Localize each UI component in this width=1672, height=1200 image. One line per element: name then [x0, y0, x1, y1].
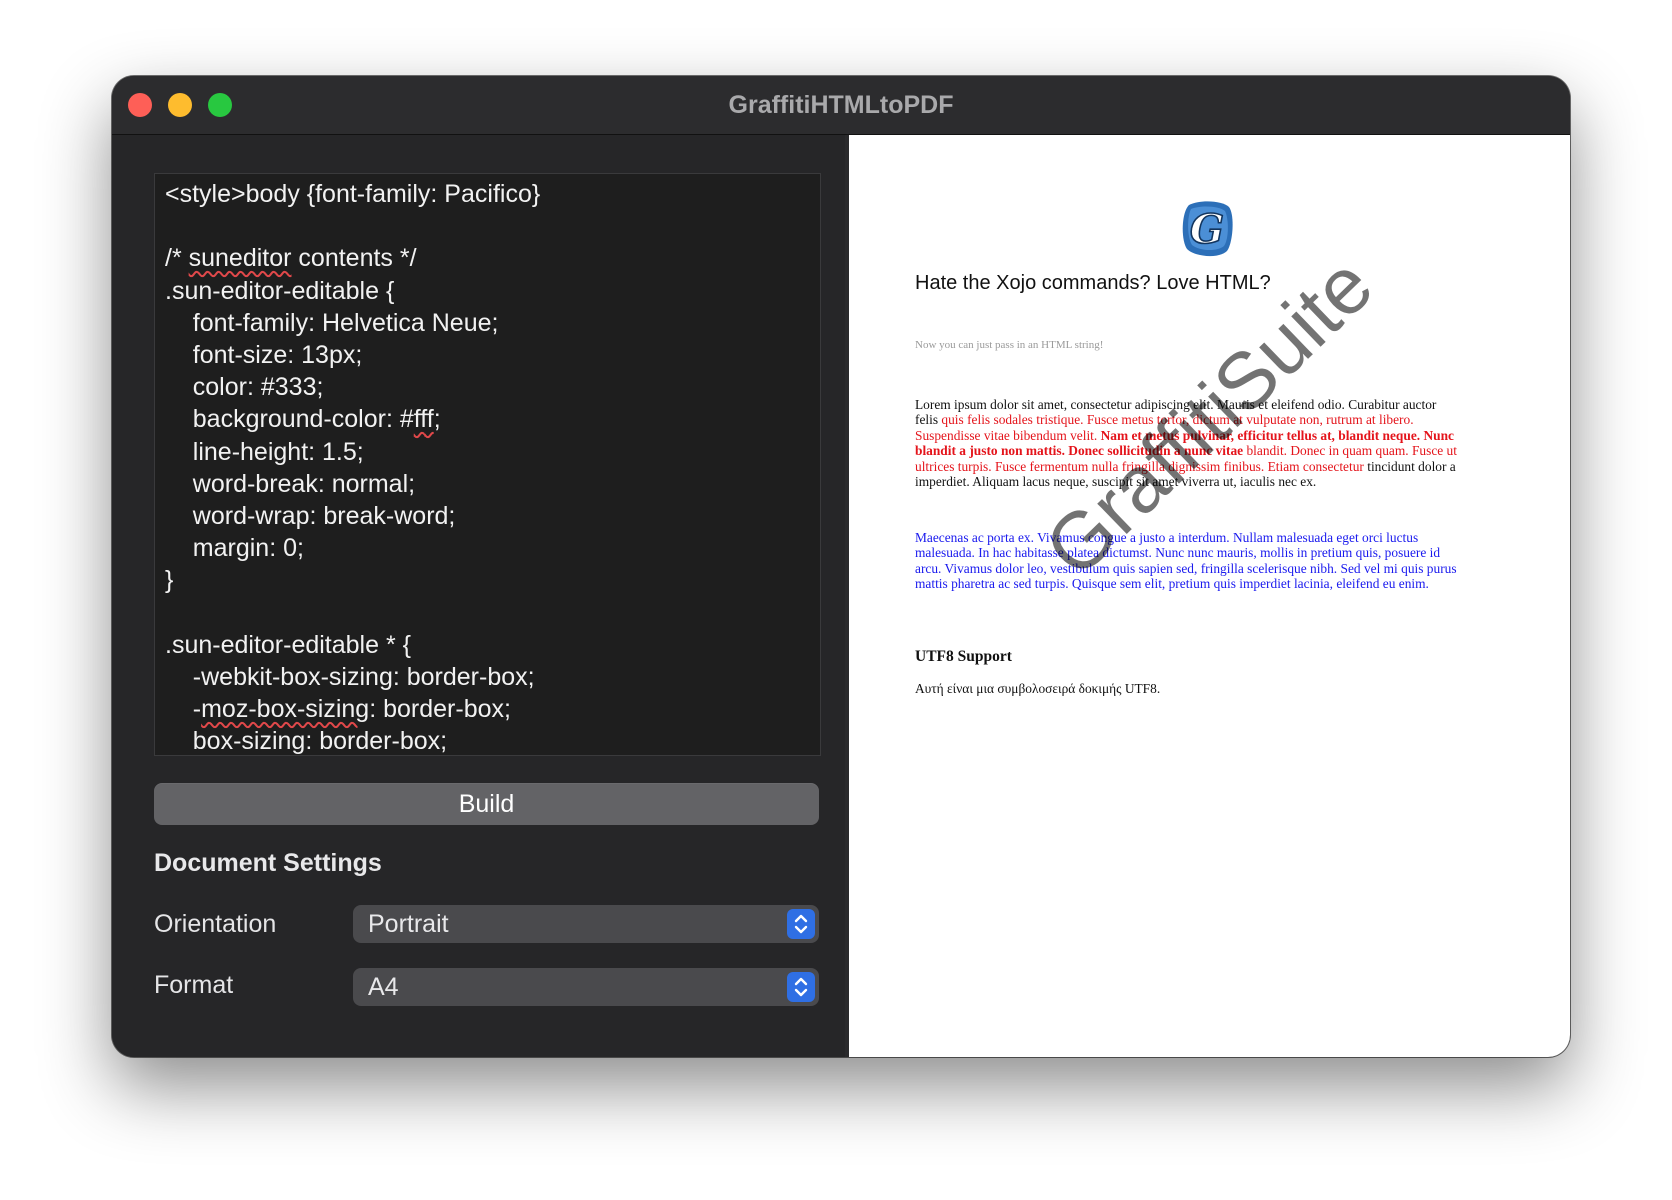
orientation-value: Portrait — [368, 910, 449, 938]
code-line: word-break: normal; — [165, 469, 416, 498]
code-line: /* suneditor contents */ — [165, 244, 417, 273]
build-button[interactable]: Build — [154, 783, 819, 825]
utf8-text: Αυτή είναι μια συμβολοσειρά δοκιμής UTF8… — [915, 681, 1161, 696]
left-pane: <style>body {font-family: Pacifico} /* s… — [112, 135, 845, 1057]
misspelled-word: fff — [413, 405, 434, 434]
code-line: -moz-box-sizing: border-box; — [165, 695, 511, 724]
preview-paragraph-2: Maecenas ac porta ex. Vivamus congue a j… — [915, 530, 1457, 592]
misspelled-word: moz-box-sizing — [201, 695, 370, 724]
preview-heading: Hate the Xojo commands? Love HTML? — [915, 272, 1271, 294]
code-line: -webkit-box-sizing: border-box; — [165, 663, 535, 692]
preview-paragraph-1: Lorem ipsum dolor sit amet, consectetur … — [915, 397, 1460, 489]
format-label: Format — [154, 971, 234, 999]
code-line: box-sizing: border-box; — [165, 727, 448, 756]
preview-subheading: Now you can just pass in an HTML string! — [915, 339, 1104, 351]
pdf-preview: G Hate the Xojo commands? Love HTML? Now… — [849, 135, 1570, 1057]
chevron-updown-icon[interactable] — [787, 909, 815, 939]
code-line: .sun-editor-editable * { — [165, 630, 411, 659]
code-line: font-family: Helvetica Neue; — [165, 308, 499, 337]
graffiti-logo-icon: G — [1179, 199, 1235, 259]
chevron-updown-icon[interactable] — [787, 972, 815, 1002]
code-line: .sun-editor-editable { — [165, 276, 395, 305]
format-select[interactable]: A4 — [353, 968, 819, 1006]
app-window: GraffitiHTMLtoPDF <style>body {font-fami… — [112, 76, 1570, 1057]
utf8-heading: UTF8 Support — [915, 648, 1012, 665]
orientation-label: Orientation — [154, 910, 277, 938]
code-line: line-height: 1.5; — [165, 437, 364, 466]
html-source-text[interactable]: <style>body {font-family: Pacifico} /* s… — [155, 174, 820, 756]
code-line: } — [165, 566, 174, 595]
orientation-select[interactable]: Portrait — [353, 905, 819, 943]
logo-letter: G — [1190, 206, 1224, 253]
code-line: font-size: 13px; — [165, 341, 363, 370]
html-editor[interactable]: <style>body {font-family: Pacifico} /* s… — [154, 173, 821, 756]
code-line: word-wrap: break-word; — [165, 502, 456, 531]
misspelled-word: suneditor — [188, 244, 292, 273]
document-settings-heading: Document Settings — [154, 849, 382, 877]
window-title: GraffitiHTMLtoPDF — [728, 91, 954, 119]
format-value: A4 — [368, 973, 399, 1001]
title-bar[interactable]: GraffitiHTMLtoPDF — [112, 76, 1570, 135]
code-line: color: #333; — [165, 373, 324, 402]
code-line: <style>body {font-family: Pacifico} — [165, 180, 541, 208]
code-line: margin: 0; — [165, 534, 304, 563]
code-line: background-color: #fff; — [165, 405, 441, 434]
